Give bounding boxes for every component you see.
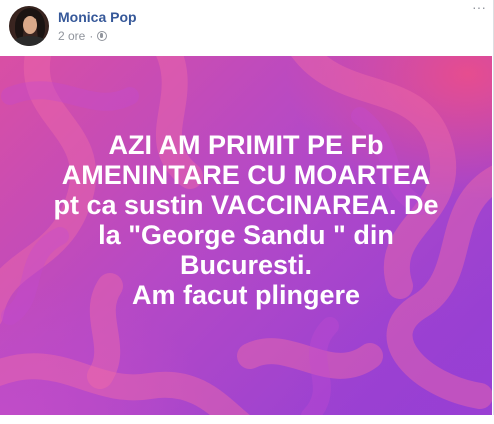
meta-separator: · (89, 29, 94, 43)
facebook-post: Monica Pop 2 ore · ··· AZI AM PRIMIT PE … (0, 0, 494, 424)
post-text-line: Bucuresti. (179, 250, 313, 280)
author-name[interactable]: Monica Pop (58, 9, 137, 25)
post-text-line: AZI AM PRIMIT PE Fb (108, 130, 384, 160)
post-text-line: pt ca sustin VACCINAREA. De (53, 190, 439, 220)
post-timestamp[interactable]: 2 ore (58, 29, 85, 43)
post-text-line: la "George Sandu " din (98, 220, 394, 250)
post-text-line: Am facut plingere (131, 280, 361, 310)
avatar-shirt (13, 36, 47, 46)
post-header: Monica Pop 2 ore · ··· (0, 0, 494, 56)
author-avatar[interactable] (9, 6, 49, 46)
post-meta: 2 ore · (58, 29, 108, 43)
ellipsis-icon[interactable]: ··· (471, 0, 487, 16)
post-bottom-area (0, 415, 494, 424)
post-text-background[interactable]: AZI AM PRIMIT PE Fb AMENINTARE CU MOARTE… (0, 56, 492, 415)
globe-icon[interactable] (97, 31, 108, 41)
post-text: AZI AM PRIMIT PE Fb AMENINTARE CU MOARTE… (0, 130, 492, 310)
avatar-face (23, 16, 37, 34)
post-text-line: AMENINTARE CU MOARTEA (61, 160, 431, 190)
